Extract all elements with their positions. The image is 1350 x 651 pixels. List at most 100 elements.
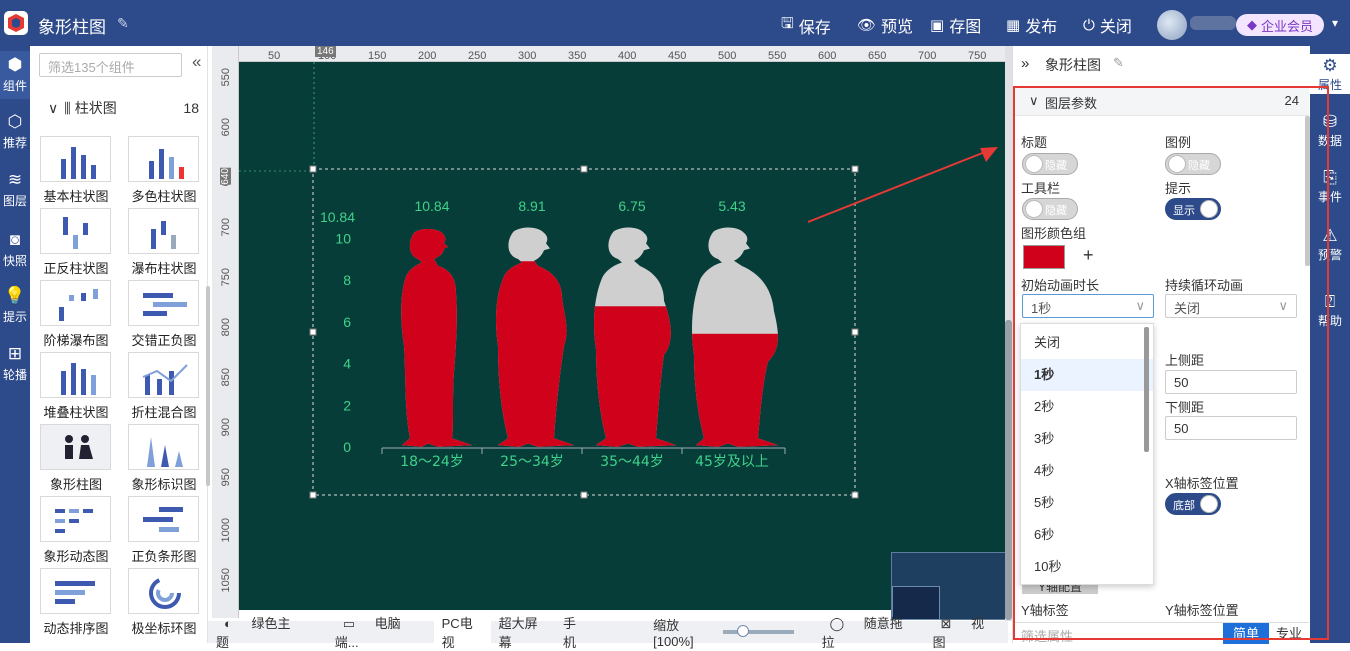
filter-input[interactable]: 筛选属性: [1021, 626, 1073, 645]
simple-mode-button[interactable]: 简单: [1223, 623, 1269, 644]
ruler-tick-label: 150: [368, 50, 387, 62]
bar-fill: [594, 306, 676, 447]
publish-button[interactable]: ▦ 发布: [1006, 13, 1057, 37]
component-tile[interactable]: [128, 352, 199, 398]
component-tile-label: 交错正负图: [131, 333, 197, 348]
dropdown-scrollbar[interactable]: [1144, 327, 1149, 452]
zoom-slider[interactable]: [722, 625, 794, 637]
component-tile[interactable]: [40, 568, 111, 614]
nav-component[interactable]: ⬢ 组件: [0, 51, 30, 99]
preview-button[interactable]: 👁 预览: [857, 13, 913, 37]
category-bar-chart[interactable]: ∨ ⫼ 柱状图 18: [48, 98, 203, 118]
component-thumbnail-icon: [149, 149, 184, 179]
dropdown-option[interactable]: 3秒: [1021, 423, 1153, 455]
ruler-tick-label: 300: [518, 50, 537, 62]
component-scrollbar[interactable]: [206, 286, 210, 486]
bottom-bar: ◐ 绿色主题 ▭ 电脑端... PC电视 超大屏幕 手机 缩放[100%] ◯ …: [208, 613, 1008, 651]
nav-carousel[interactable]: ⊞ 轮播: [0, 344, 30, 383]
pictorial-bar[interactable]: [572, 211, 692, 546]
expand-icon[interactable]: »: [1021, 55, 1029, 72]
toolbar-label: 工具栏: [1021, 181, 1061, 196]
component-tile[interactable]: [40, 496, 111, 542]
top-bar: 象形柱图 ✎ 🖫 保存 👁 预览 ▣ 存图 ▦ 发布 ⏻ 关闭 ◆ 企业会员 ▾: [0, 0, 1350, 46]
component-tile[interactable]: [128, 208, 199, 254]
theme-button[interactable]: ◐ 绿色主题: [208, 613, 313, 651]
save-image-button[interactable]: ▣ 存图: [930, 13, 981, 37]
component-tile-label: 象形柱图: [49, 477, 102, 492]
component-tile[interactable]: [40, 208, 111, 254]
collapse-panel-icon[interactable]: «: [192, 52, 201, 72]
ruler-tick-label: 800: [220, 318, 232, 337]
view-button[interactable]: ⊠ 视图: [925, 613, 1008, 651]
avatar[interactable]: [1157, 10, 1187, 40]
chevron-down-icon[interactable]: ▾: [1332, 16, 1338, 30]
tooltip-toggle[interactable]: 显示: [1165, 198, 1221, 220]
anim-select[interactable]: 1秒 ∨: [1022, 294, 1154, 318]
y-max-label: 10.84: [320, 209, 355, 225]
component-tile[interactable]: [128, 136, 199, 182]
nav-snapshot[interactable]: ◙ 快照: [0, 230, 30, 269]
legend-toggle[interactable]: 隐藏: [1165, 153, 1221, 175]
ruler-tick-label: 950: [220, 468, 232, 487]
bottom-margin-input[interactable]: 50: [1165, 416, 1297, 440]
nav-properties[interactable]: ⚙ 属性: [1310, 54, 1350, 94]
dropdown-option[interactable]: 1秒: [1021, 359, 1153, 391]
xaxis-pos-toggle[interactable]: 底部: [1165, 493, 1221, 515]
dropdown-option[interactable]: 5秒: [1021, 487, 1153, 519]
component-tile[interactable]: [128, 424, 199, 470]
dropdown-option[interactable]: 10秒: [1021, 551, 1153, 583]
nav-event[interactable]: ⎘ 事件: [1310, 168, 1350, 205]
resize-handle: [580, 491, 588, 499]
alarm-icon: ⚠: [1322, 226, 1338, 245]
dropdown-option[interactable]: 2秒: [1021, 391, 1153, 423]
section-header[interactable]: ∨ 图层参数 24: [1015, 86, 1309, 116]
bar-fill: [401, 228, 473, 447]
edit-title-icon[interactable]: ✎: [117, 15, 129, 32]
nav-alarm[interactable]: ⚠ 预警: [1310, 226, 1350, 263]
component-tile[interactable]: [40, 352, 111, 398]
component-tile[interactable]: [128, 280, 199, 326]
toolbar-toggle[interactable]: 隐藏: [1022, 198, 1078, 220]
component-tile[interactable]: [40, 280, 111, 326]
x-tick-label: 25～34岁: [500, 454, 564, 470]
dropdown-option[interactable]: 4秒: [1021, 455, 1153, 487]
color-swatch[interactable]: [1023, 245, 1065, 269]
nav-recommend[interactable]: ⬡ 推荐: [0, 112, 30, 151]
add-color-icon[interactable]: +: [1083, 245, 1094, 266]
tab-desktop[interactable]: ▭ 电脑端...: [327, 613, 434, 651]
component-tile[interactable]: [40, 424, 111, 470]
tab-large-screen[interactable]: 超大屏幕: [491, 613, 555, 651]
ruler-tick-label: 700: [220, 218, 232, 237]
tab-mobile[interactable]: 手机: [555, 613, 595, 651]
loop-select[interactable]: 关闭 ∨: [1165, 294, 1297, 318]
pictorial-bar[interactable]: [672, 211, 792, 574]
chevron-down-icon: ∨: [1135, 298, 1145, 313]
pro-mode-button[interactable]: 专业: [1269, 623, 1309, 644]
dropdown-option[interactable]: 关闭: [1021, 327, 1153, 359]
component-tile[interactable]: [128, 496, 199, 542]
dropdown-option[interactable]: 6秒: [1021, 519, 1153, 551]
free-drag-toggle[interactable]: ◯ 随意拖拉: [814, 613, 925, 651]
zoom-handle[interactable]: [736, 625, 749, 637]
save-button[interactable]: 🖫 保存: [781, 13, 831, 38]
tab-pc-tv[interactable]: PC电视: [433, 613, 491, 651]
palette-icon: ◐: [224, 616, 236, 631]
nav-tip[interactable]: 💡 提示: [0, 286, 30, 325]
pictorial-bar[interactable]: [372, 211, 492, 461]
top-margin-input[interactable]: 50: [1165, 370, 1297, 394]
username-blurred: [1190, 16, 1236, 30]
nav-help[interactable]: ⍰ 帮助: [1310, 292, 1350, 329]
nav-data[interactable]: ⛁ 数据: [1310, 112, 1350, 149]
nav-layers[interactable]: ≋ 图层: [0, 170, 30, 209]
close-button[interactable]: ⏻ 关闭: [1083, 13, 1132, 37]
edit-icon[interactable]: ✎: [1113, 55, 1124, 71]
vip-badge[interactable]: ◆ 企业会员: [1236, 14, 1324, 36]
component-tile[interactable]: [40, 136, 111, 182]
component-tile[interactable]: [128, 568, 199, 614]
ruler-tick-label: 250: [468, 50, 487, 62]
ruler-tick-label: 350: [568, 50, 587, 62]
component-search-input[interactable]: 筛选135个组件: [39, 53, 182, 77]
canvas-scroll-thumb[interactable]: [1005, 320, 1012, 620]
component-tile-label: 正负条形图: [131, 549, 197, 564]
title-toggle[interactable]: 隐藏: [1022, 153, 1078, 175]
